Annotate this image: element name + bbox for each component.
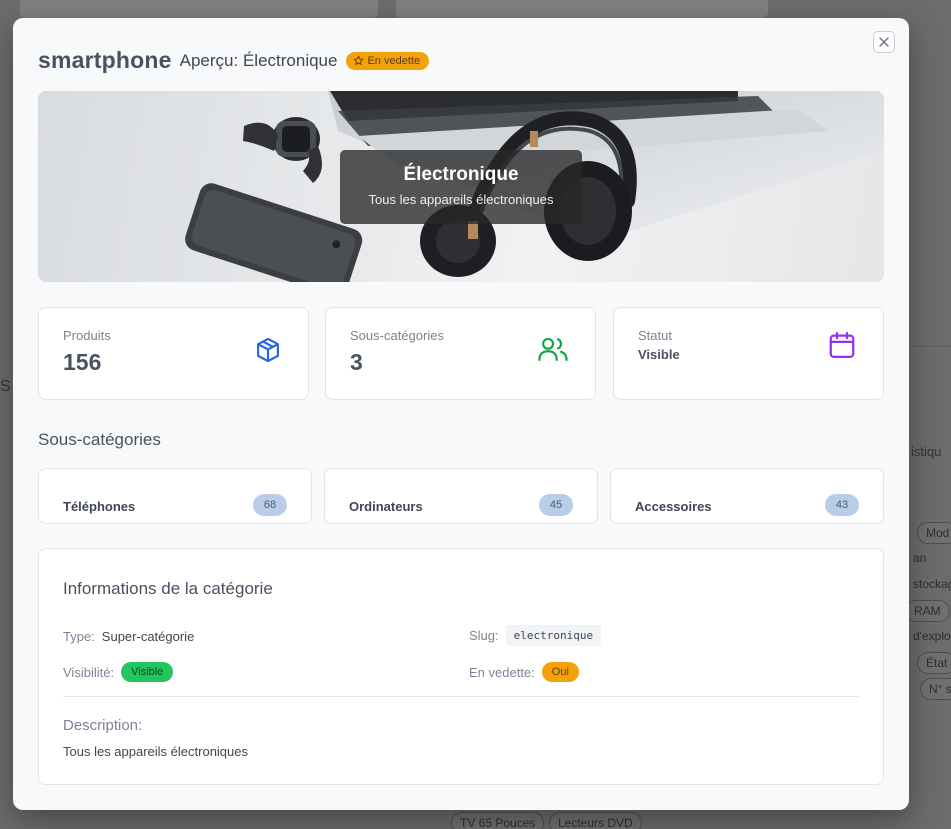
stat-card-subcategories: Sous-catégories 3 [325,307,596,400]
stat-label: Produits [63,328,111,343]
close-icon [879,37,889,47]
visibility-badge: Visible [121,662,174,682]
modal-header: smartphone Aperçu: Électronique En vedet… [38,47,430,74]
hero-caption: Tous les appareils électroniques [368,192,554,207]
category-hero-image: Électronique Tous les appareils électron… [38,91,884,282]
featured-value-badge: Oui [541,662,579,682]
stat-value: 156 [63,349,102,375]
category-info-card: Informations de la catégorie Type: Super… [38,548,884,785]
subcategory-name: Ordinateurs [349,499,423,514]
modal-subtitle: Aperçu: Électronique [179,50,338,70]
star-icon [354,55,364,65]
subcategories-heading: Sous-catégories [38,430,161,449]
subcategory-card[interactable]: Ordinateurs 45 [324,468,598,524]
visibility-row: Visibilité: Visible [63,662,174,682]
cube-icon [257,337,279,363]
featured-badge: En vedette [346,51,430,70]
featured-badge-label: En vedette [367,54,421,67]
category-preview-modal: smartphone Aperçu: Électronique En vedet… [13,18,909,810]
stat-label: Statut [638,328,672,343]
description-text: Tous les appareils électroniques [63,744,248,759]
stat-label: Sous-catégories [350,328,444,343]
stat-card-status: Statut Visible [613,307,884,400]
subcategory-card[interactable]: Accessoires 43 [610,468,884,524]
featured-label: En vedette: [469,664,535,680]
type-value: Super-catégorie [101,629,195,644]
close-button[interactable] [873,31,895,53]
featured-row: En vedette: Oui [469,662,579,682]
subcategory-card[interactable]: Téléphones 68 [38,468,312,524]
subcategory-count-badge: 68 [253,494,287,516]
users-icon [538,337,568,361]
type-row: Type: Super-catégorie [63,629,194,644]
divider [63,696,859,697]
slug-label: Slug: [469,628,499,643]
subcategory-count-badge: 43 [825,494,859,516]
subcategory-name: Téléphones [63,499,136,514]
hero-caption-box: Électronique Tous les appareils électron… [340,150,582,224]
info-title: Informations de la catégorie [63,579,273,598]
visibility-label: Visibilité: [63,664,115,680]
slug-row: Slug: electronique [469,625,602,646]
modal-title: smartphone [38,47,172,73]
stat-value: 3 [350,349,363,375]
type-label: Type: [63,629,95,644]
stat-value: Visible [638,347,680,362]
subcategory-name: Accessoires [635,499,712,514]
description-label: Description: [63,717,143,734]
stat-card-products: Produits 156 [38,307,309,400]
slug-value: electronique [505,625,602,646]
calendar-icon [829,332,855,358]
hero-heading: Électronique [403,164,519,185]
subcategory-count-badge: 45 [539,494,573,516]
